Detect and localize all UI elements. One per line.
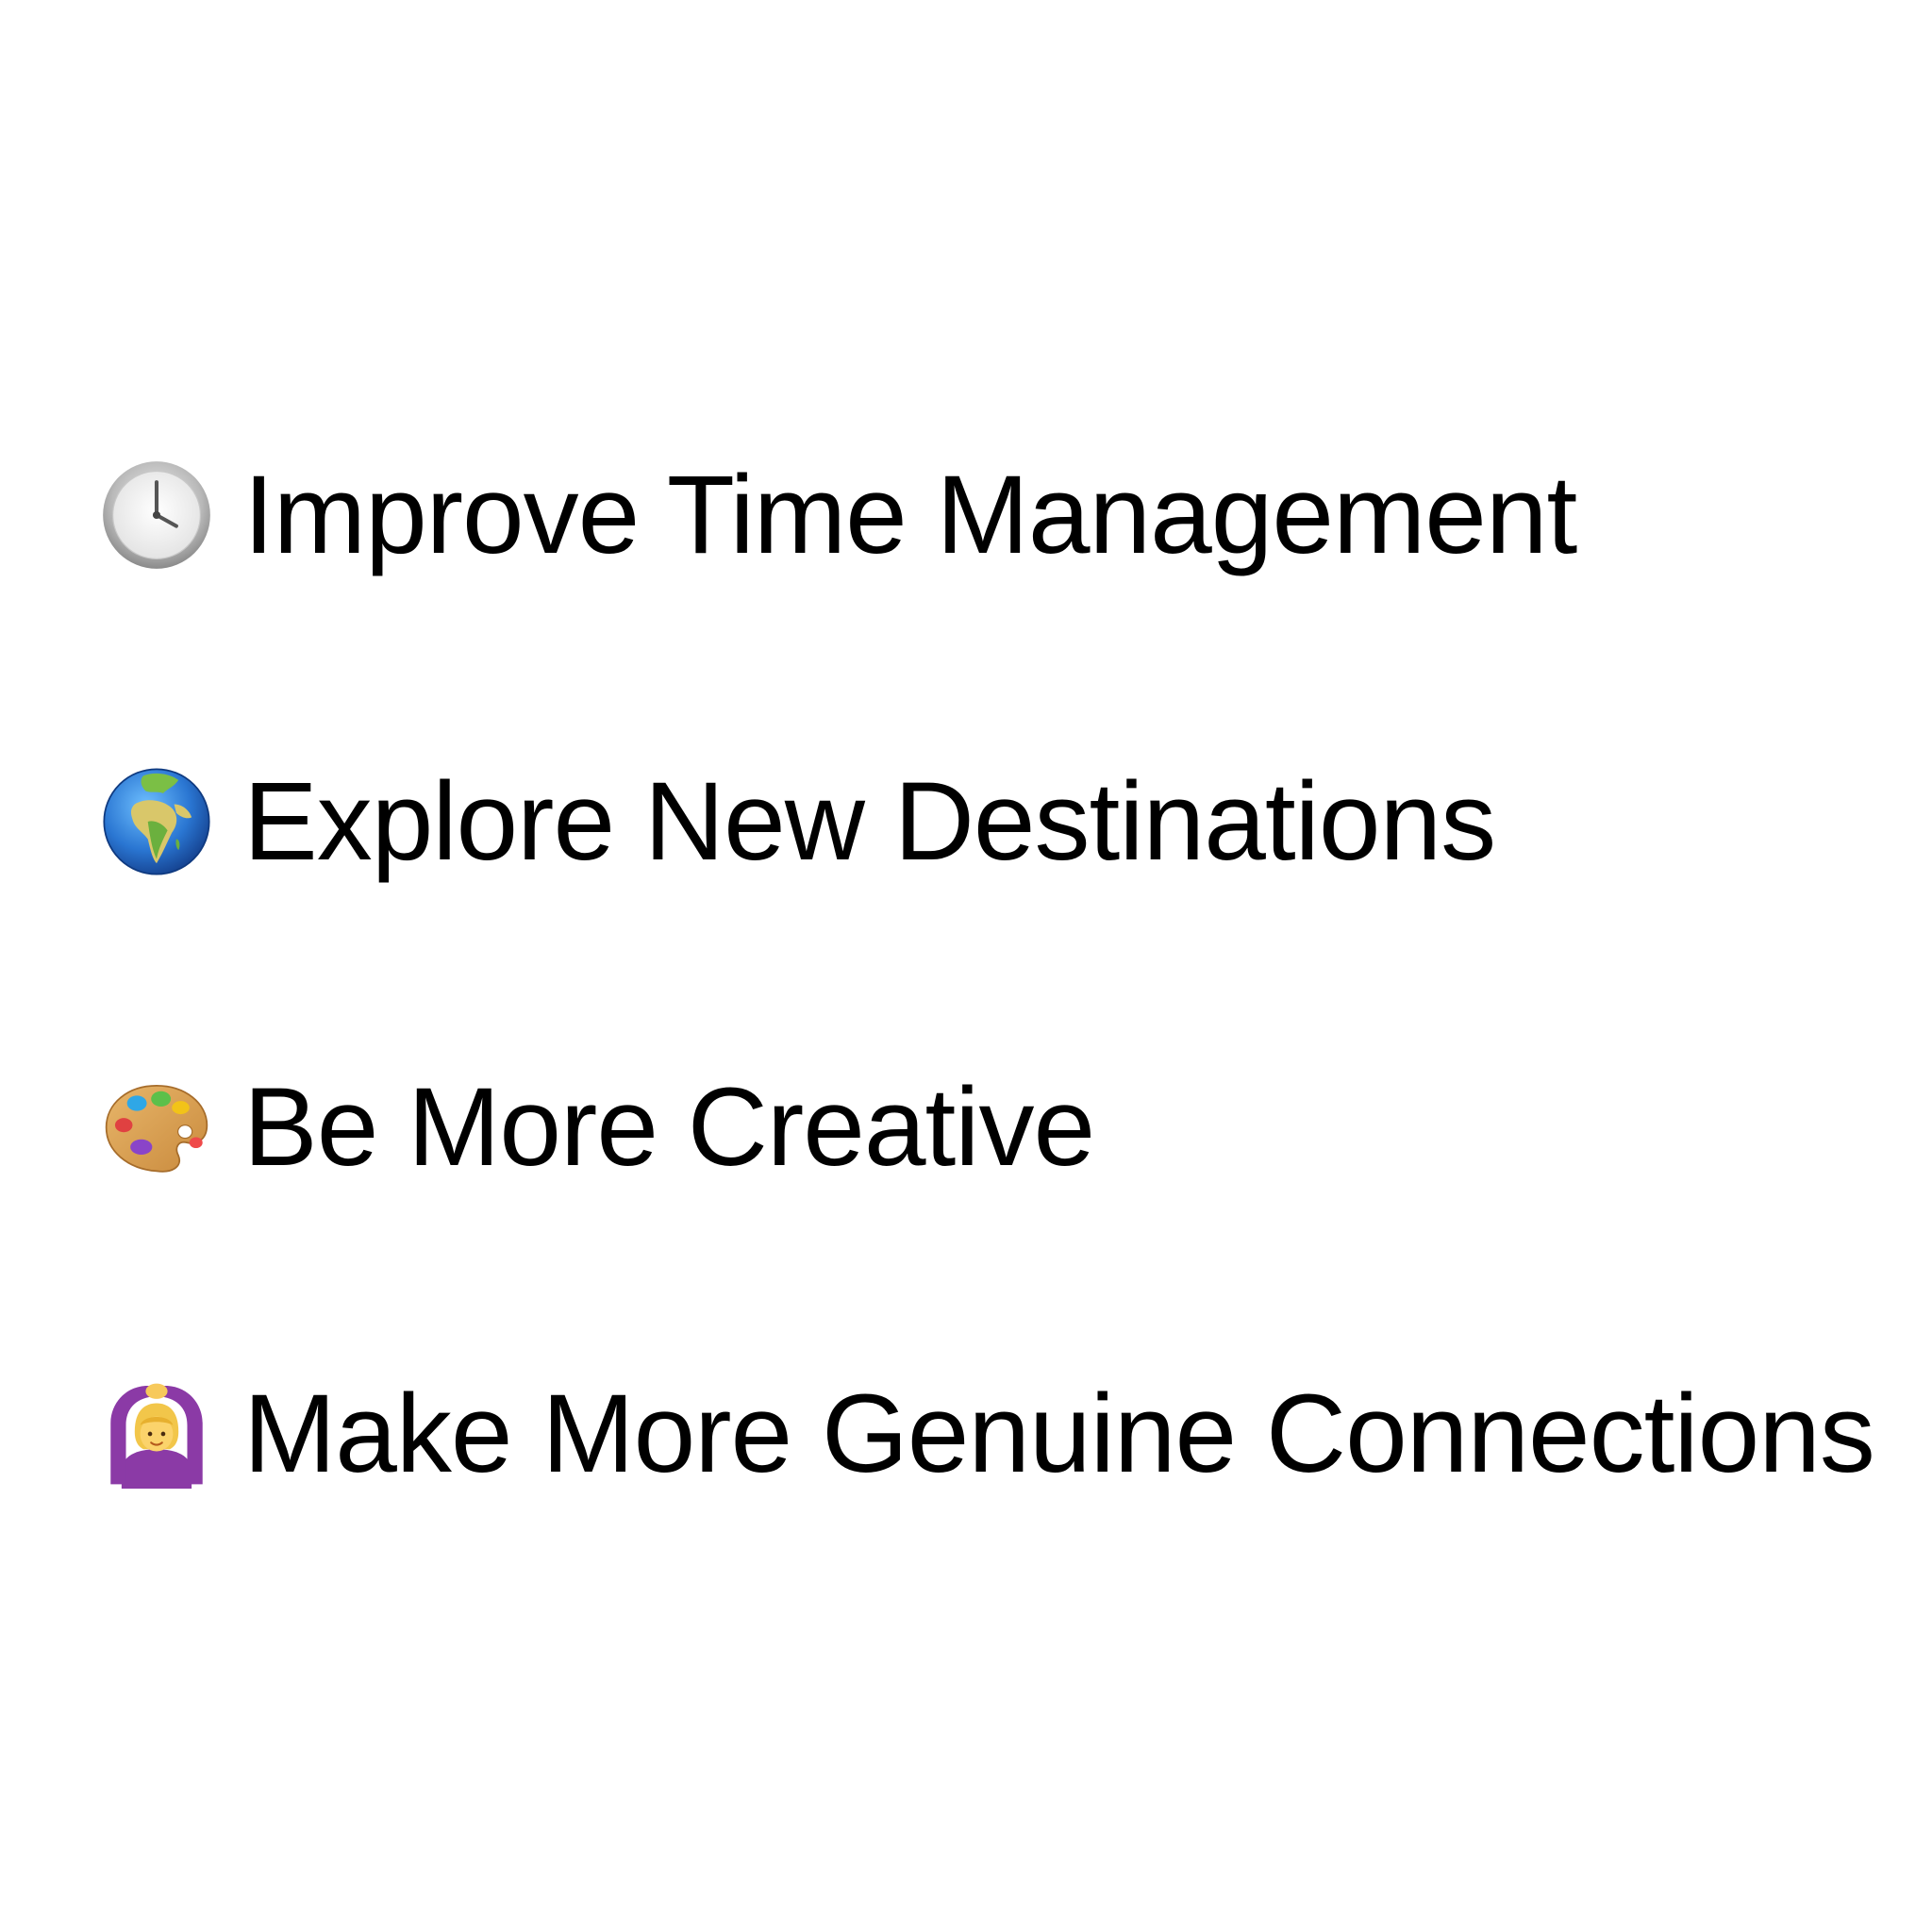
- clock-icon: [102, 460, 211, 570]
- goal-label: Explore New Destinations: [243, 759, 1496, 884]
- goal-label: Make More Genuine Connections: [243, 1372, 1875, 1496]
- globe-icon: [102, 767, 211, 876]
- goal-item-genuine-connections: Make More Genuine Connections: [102, 1372, 1875, 1496]
- person-gesturing-ok-icon: [102, 1379, 211, 1489]
- artist-palette-icon: [102, 1073, 211, 1182]
- goal-label: Improve Time Management: [243, 453, 1577, 577]
- goal-item-explore-destinations: Explore New Destinations: [102, 759, 1496, 884]
- goal-item-be-creative: Be More Creative: [102, 1065, 1095, 1190]
- goal-label: Be More Creative: [243, 1065, 1095, 1190]
- goal-item-time-management: Improve Time Management: [102, 453, 1577, 577]
